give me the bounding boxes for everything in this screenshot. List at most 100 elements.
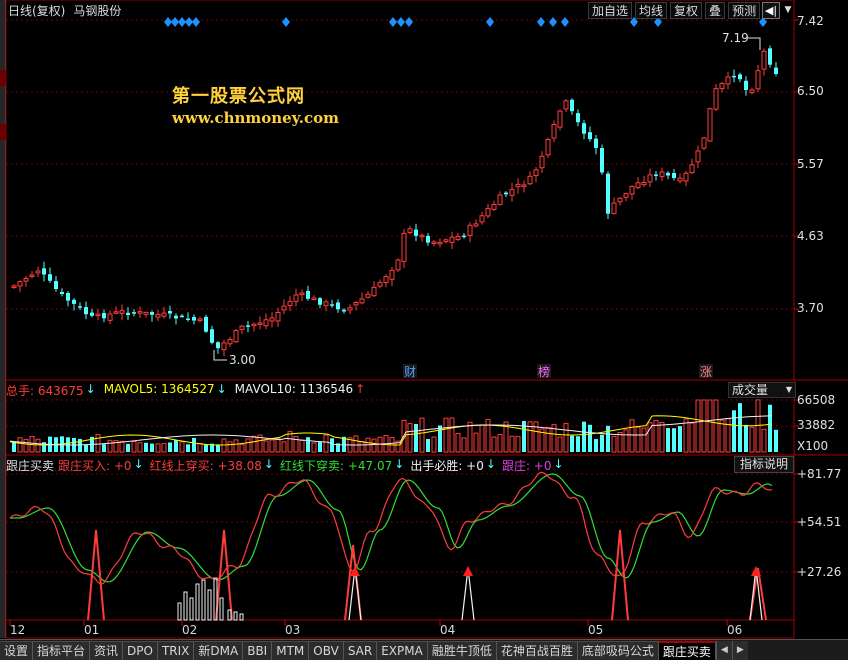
candle-body [275,312,281,322]
tab-new-dma[interactable]: 新DMA [194,641,244,660]
volume-bar [168,442,172,452]
volume-bar [186,444,190,452]
volume-bar [629,419,635,453]
volume-bar [426,439,430,452]
candle-body [617,197,623,203]
volume-bar [455,432,461,453]
tabs-scroll-right-icon[interactable]: ▶ [731,641,748,660]
candle-body [168,311,172,314]
volume-bar [713,399,719,453]
volume-bar [443,417,449,453]
tab-expma[interactable]: EXPMA [377,641,428,660]
volume-dropdown[interactable]: 成交量 ▼ [728,382,796,398]
low-price-label: 3.00 [229,353,256,367]
tab-sar[interactable]: SAR [343,641,378,660]
white-bar [227,609,232,621]
volume-bar [137,442,143,453]
volume-bar [491,436,497,453]
signal-diamond-icon [164,17,172,27]
candle-body [281,305,287,311]
candle-body [210,329,214,343]
tab-obv[interactable]: OBV [309,641,344,660]
tab-indicator-platform[interactable]: 指标平台 [33,641,91,660]
overlay-button[interactable]: 叠 [705,2,726,19]
candle-body [672,173,676,179]
forecast-button[interactable]: 预测 [728,2,761,19]
stock-name: 马钢股份 [73,4,122,18]
volume-bar [174,440,178,452]
signal-diamond-icon [397,17,405,27]
candle-body [497,194,503,205]
volume-bar [461,437,467,453]
tab-trix[interactable]: TRIX [157,641,195,660]
volume-unit: X100 [797,439,829,453]
dropdown-arrow-icon: ▼ [785,385,792,394]
candle-body [401,232,407,262]
tab-settings[interactable]: 设置 [0,641,34,660]
volume-bar [582,421,586,452]
candle-body [17,281,23,287]
volume-bar [227,441,233,453]
indicator-help-button[interactable]: 指标说明 [734,456,794,473]
volume-bar [557,436,563,453]
candle-body [467,224,473,236]
tab-follow-trade[interactable]: 跟庄买卖 [658,641,716,660]
volume-tick: 33882 [797,418,836,432]
period-label[interactable]: 日线(复权) [8,4,65,18]
candle-body [744,80,748,91]
candle-body [479,215,485,223]
candle-body [359,298,365,304]
volume-bar [659,421,665,453]
candle-body [527,175,533,185]
candle-body [455,235,461,240]
signal-diamond-icon [185,17,193,27]
candle-body [299,292,305,296]
tab-dpo[interactable]: DPO [123,641,158,660]
adjust-price-button[interactable]: 复权 [670,2,703,19]
tab-mtm[interactable]: MTM [272,641,310,660]
signal-diamond-icon [171,17,179,27]
white-bar [183,591,188,621]
high-price-label: 7.19 [722,31,749,45]
volume-bar [594,439,598,452]
tabs-scroll-left-icon[interactable]: ◀ [715,641,732,660]
tab-news[interactable]: 资讯 [90,641,124,660]
candle-body [342,309,346,312]
buy-spike [215,529,233,621]
sure-win-label: 出手必胜: +0 [410,459,484,473]
chart-toolbar: 加自选 均线 复权 叠 预测 [588,2,761,19]
red-signal-line [9,471,773,585]
candle-body [641,181,647,186]
moving-average-button[interactable]: 均线 [635,2,668,19]
signal-diamond-icon [282,17,290,27]
candle-body [761,50,767,70]
green-signal-line [10,473,773,583]
candle-body [407,228,413,233]
signal-diamond-icon [561,17,569,27]
volume-bar [479,424,485,453]
tab-bbi[interactable]: BBI [243,641,273,660]
volume-bar [485,418,491,453]
chart-canvas[interactable]: 7.19 3.00 财 榜 涨 [0,0,848,640]
indicator-name[interactable]: 跟庄买卖 [6,457,54,473]
candle-body [150,312,154,315]
tab-rongsheng[interactable]: 融胜牛顶低 [427,641,497,660]
add-watchlist-button[interactable]: 加自选 [588,2,633,19]
tab-huashen[interactable]: 花神百战百胜 [496,641,578,660]
volume-bar [672,428,676,452]
volume-bar [126,443,130,452]
white-bar [239,613,244,621]
tab-bottom-absorb[interactable]: 底部吸码公式 [577,641,659,660]
volume-bar [749,426,755,453]
watermark-url: www.chnmoney.com [172,109,339,127]
pin-icon[interactable]: ◀| [762,2,780,19]
candle-body [330,304,334,306]
volume-bar [311,442,317,453]
chevron-down-icon[interactable]: ▼ [782,2,794,19]
total-volume-label: 总手: 643675 [6,384,84,398]
candle-body [119,310,125,314]
candle-body [287,301,293,306]
candle-body [35,270,41,274]
volume-bar [678,426,682,452]
candle-body [389,269,395,280]
